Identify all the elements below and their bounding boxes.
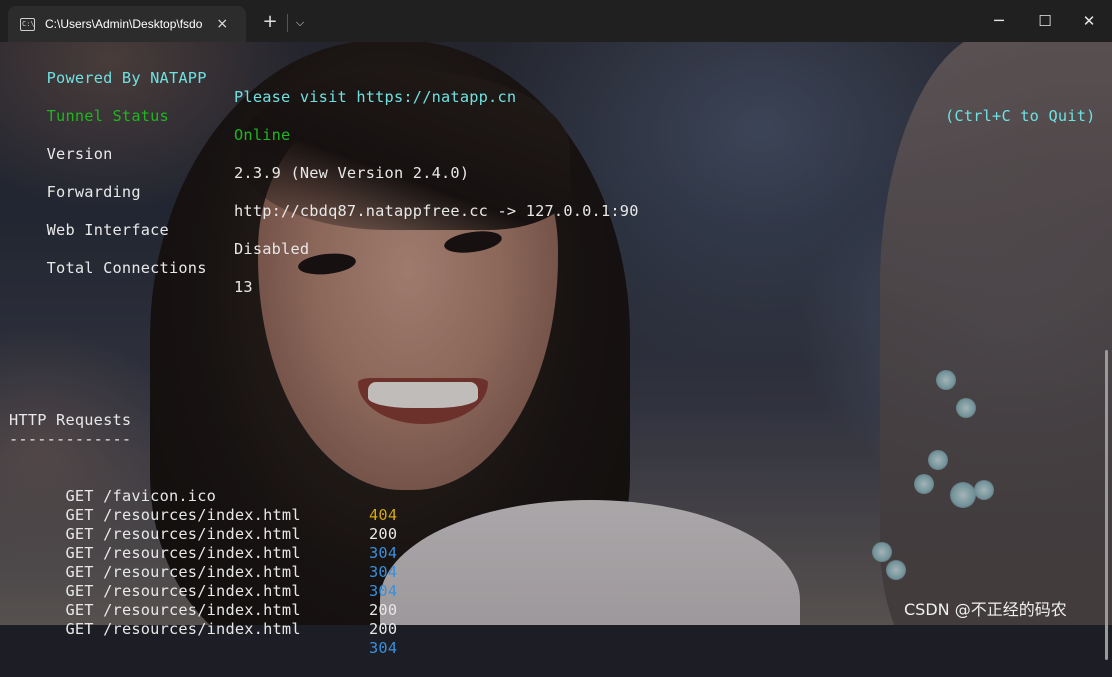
powered-by-label: Powered By NATAPP [46,69,207,87]
web-interface-label: Web Interface [46,221,169,239]
forwarding-label: Forwarding [46,183,141,201]
quit-hint: (Ctrl+C to Quit) [945,107,1096,125]
vertical-scrollbar[interactable] [1105,350,1108,660]
watermark: CSDN @不正经的码农 [904,600,1067,619]
tab-close-icon[interactable]: × [216,16,228,32]
request-path: /resources/index.html [103,620,301,638]
tab-divider [287,14,288,32]
tab-terminal[interactable]: C:\ C:\Users\Admin\Desktop\fsdo × [8,6,246,42]
request-method: GET [65,620,94,638]
chevron-down-icon[interactable]: ⌵ [292,12,308,32]
tab-title: C:\Users\Admin\Desktop\fsdo [45,17,203,31]
close-window-button[interactable]: ✕ [1066,0,1112,42]
terminal-output[interactable]: Powered By NATAPP Please visit https://n… [0,42,1112,660]
new-tab-icon[interactable]: + [260,12,280,32]
total-connections-label: Total Connections [46,259,207,277]
maximize-button[interactable]: ☐ [1022,0,1068,42]
total-connections-value: 13 [234,278,253,296]
status-line-connections: Total Connections 13 [9,240,909,316]
tunnel-status-label: Tunnel Status [46,107,169,125]
http-requests-heading: HTTP Requests [9,411,132,429]
request-row: GET /resources/index.html 304 [9,601,429,677]
version-label: Version [46,145,113,163]
http-requests-underline: ------------- [9,430,132,448]
request-status: 304 [369,639,398,657]
title-bar: C:\ C:\Users\Admin\Desktop\fsdo × + ⌵ ─ … [0,0,1112,42]
minimize-button[interactable]: ─ [976,0,1022,42]
terminal-icon: C:\ [20,17,35,31]
